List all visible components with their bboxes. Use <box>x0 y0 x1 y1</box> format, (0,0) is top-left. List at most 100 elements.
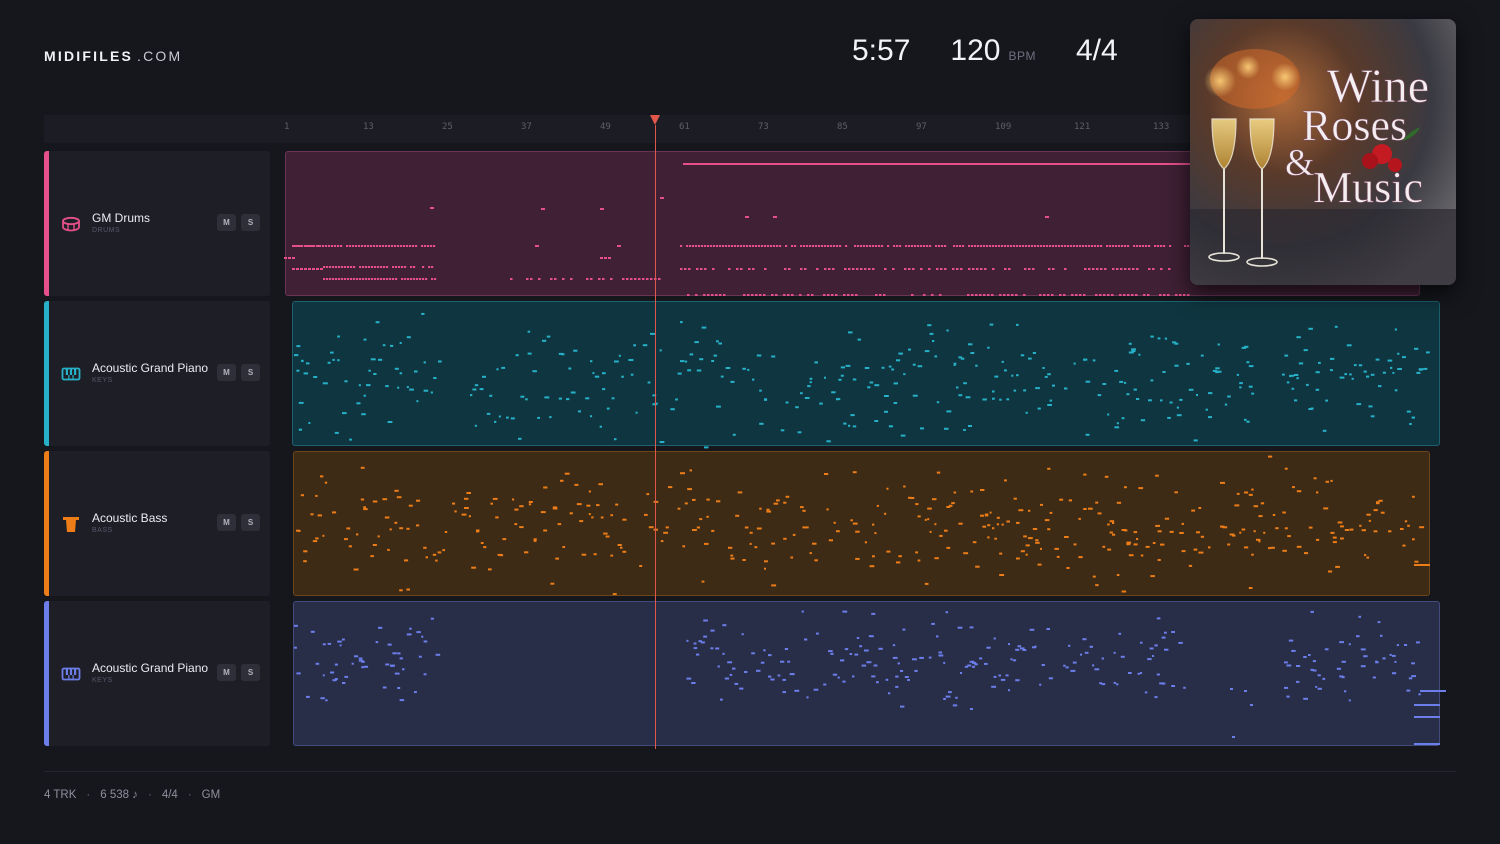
midi-note <box>903 373 906 376</box>
midi-note <box>1109 531 1113 534</box>
midi-note <box>1031 245 1034 247</box>
midi-note <box>1232 736 1235 738</box>
midi-note <box>1043 294 1046 296</box>
midi-note <box>944 245 947 247</box>
playhead-handle[interactable] <box>650 115 660 125</box>
midi-note <box>600 516 604 519</box>
midi-note <box>1217 343 1220 346</box>
midi-note <box>622 278 625 280</box>
midi-note <box>994 537 997 540</box>
midi-note <box>980 268 983 270</box>
midi-note <box>356 278 359 280</box>
playhead-line[interactable] <box>655 125 656 749</box>
midi-note <box>1175 294 1178 296</box>
midi-note <box>1308 327 1313 330</box>
midi-note <box>992 390 995 393</box>
midi-note <box>1001 360 1004 363</box>
midi-note <box>695 294 698 296</box>
midi-note <box>1310 610 1314 613</box>
midi-note <box>1157 245 1160 247</box>
midi-note <box>759 422 764 425</box>
midi-note <box>389 278 392 280</box>
midi-note <box>387 421 393 423</box>
midi-note <box>854 245 857 247</box>
midi-note <box>968 343 973 346</box>
midi-note <box>963 382 967 385</box>
midi-note <box>438 360 442 363</box>
midi-note <box>590 360 593 363</box>
midi-note <box>590 415 593 418</box>
midi-note <box>815 245 818 247</box>
midi-note <box>995 245 998 247</box>
midi-note <box>1268 455 1273 458</box>
midi-note <box>1251 553 1254 556</box>
midi-note <box>303 372 309 375</box>
midi-note <box>717 665 720 668</box>
midi-note <box>747 368 750 371</box>
midi-note <box>335 266 338 268</box>
midi-note <box>797 431 802 434</box>
midi-note <box>784 268 787 270</box>
midi-note <box>288 257 291 259</box>
midi-note <box>1082 245 1085 247</box>
midi-note <box>809 245 812 247</box>
midi-note <box>1097 512 1102 515</box>
midi-note <box>844 268 847 270</box>
midi-note <box>836 245 839 247</box>
midi-note <box>982 398 987 401</box>
midi-note <box>1052 384 1055 387</box>
midi-note <box>363 338 367 341</box>
midi-note <box>397 245 400 247</box>
midi-note <box>344 675 349 678</box>
midi-note <box>1128 554 1134 557</box>
midi-note <box>701 326 707 329</box>
midi-note <box>1335 565 1340 568</box>
midi-note <box>1118 245 1121 247</box>
midi-note <box>952 268 955 270</box>
midi-note <box>980 514 984 517</box>
midi-note <box>936 401 940 404</box>
midi-note <box>1308 526 1313 529</box>
midi-note <box>1137 672 1140 675</box>
midi-note <box>1402 544 1406 547</box>
midi-note <box>696 268 699 270</box>
midi-note <box>749 542 752 545</box>
midi-note <box>912 268 915 270</box>
midi-note <box>827 245 830 247</box>
midi-note <box>926 245 929 247</box>
midi-note <box>1286 381 1290 384</box>
midi-note <box>397 386 400 389</box>
midi-note <box>691 682 696 684</box>
champagne-glasses-icon: Wine Roses & Music <box>1190 19 1456 285</box>
midi-note <box>871 612 876 615</box>
midi-note <box>1380 511 1385 514</box>
midi-note <box>724 677 729 680</box>
midi-note <box>389 528 392 531</box>
midi-note <box>1059 294 1062 296</box>
midi-note <box>303 550 308 553</box>
midi-note <box>801 610 804 613</box>
midi-note <box>668 486 673 489</box>
midi-note <box>1164 337 1168 340</box>
midi-note <box>322 534 325 537</box>
midi-note <box>703 635 708 638</box>
midi-note <box>1411 675 1416 678</box>
midi-note <box>363 506 366 509</box>
midi-note <box>1230 688 1233 690</box>
midi-note <box>807 385 811 388</box>
midi-note <box>1298 362 1304 365</box>
midi-note <box>1133 531 1138 534</box>
midi-note <box>444 531 448 533</box>
midi-note <box>975 294 978 296</box>
midi-note <box>362 266 365 268</box>
midi-note <box>1196 394 1198 396</box>
midi-note <box>514 523 518 526</box>
midi-note <box>598 483 603 486</box>
midi-note <box>911 294 914 296</box>
midi-note <box>1375 661 1379 664</box>
midi-note <box>958 522 963 525</box>
midi-note <box>610 278 613 280</box>
midi-note <box>975 565 980 568</box>
midi-note <box>917 559 921 562</box>
midi-note <box>908 245 911 247</box>
